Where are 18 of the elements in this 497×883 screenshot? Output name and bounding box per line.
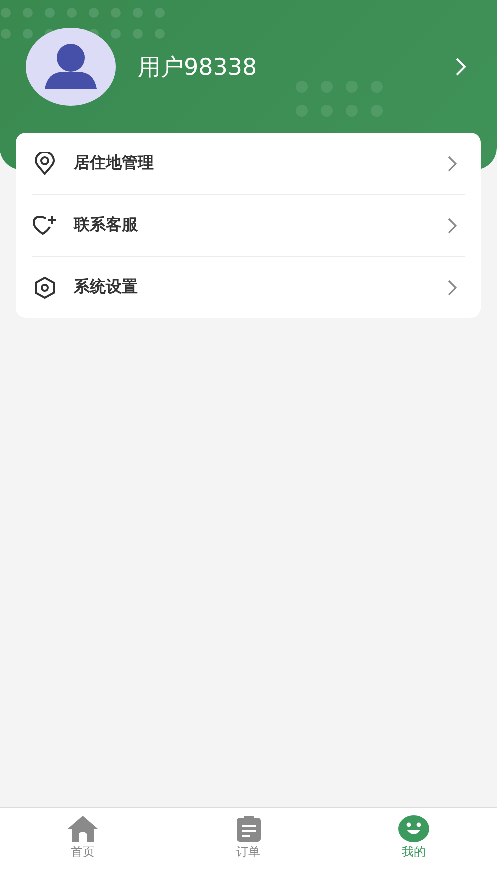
menu-item[interactable]: 联系客服 — [32, 195, 465, 257]
chevron-right-icon — [448, 218, 457, 234]
smiley-icon — [398, 815, 430, 843]
location-pin-icon — [32, 152, 58, 176]
tab-item[interactable]: 首页 — [0, 808, 166, 883]
tab-item[interactable]: 我的 — [331, 808, 497, 883]
menu-item[interactable]: 系统设置 — [32, 257, 465, 318]
clipboard-icon — [236, 815, 262, 843]
heart-plus-icon — [32, 214, 58, 236]
settings-icon — [32, 276, 58, 300]
tab-item[interactable]: 订单 — [166, 808, 332, 883]
avatar-icon[interactable] — [26, 28, 116, 106]
home-icon — [66, 815, 99, 843]
chevron-right-icon — [448, 156, 457, 172]
chevron-right-icon — [448, 280, 457, 296]
username[interactable]: 用户98338 — [138, 52, 455, 82]
menu-item[interactable]: 居住地管理 — [32, 133, 465, 195]
chevron-right-icon[interactable] — [455, 57, 467, 77]
